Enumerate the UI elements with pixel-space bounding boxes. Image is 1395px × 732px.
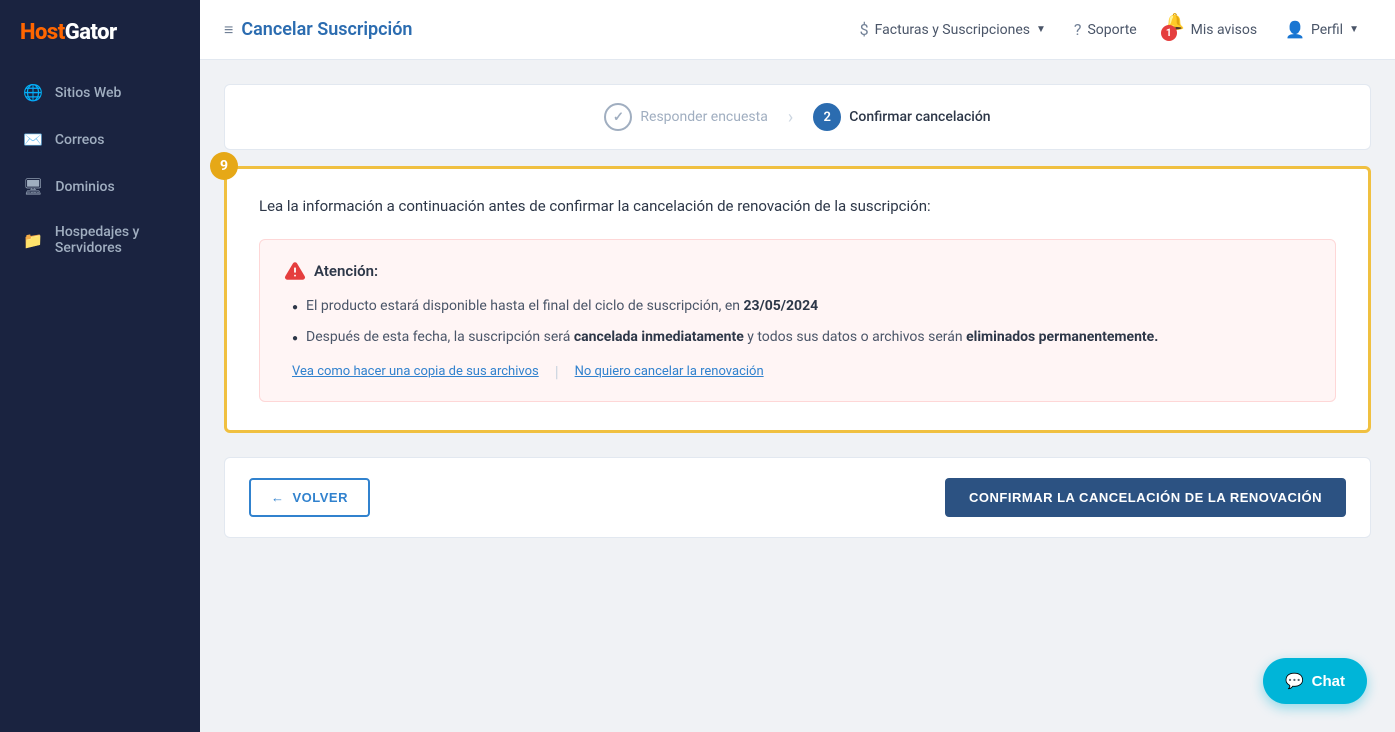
sidebar-item-sitios-web[interactable]: 🌐 Sitios Web [0, 69, 200, 116]
alert-header: Atención: [284, 260, 1311, 282]
sidebar-item-label: Dominios [55, 179, 114, 195]
step-badge: 9 [210, 152, 238, 180]
folder-icon: 📁 [23, 231, 43, 250]
alert-box: Atención: El producto estará disponible … [259, 239, 1336, 402]
panel-intro: Lea la información a continuación antes … [259, 197, 1336, 215]
sidebar-item-label: Hospedajes y Servidores [55, 224, 180, 256]
footer-actions: ← VOLVER CONFIRMAR LA CANCELACIÓN DE LA … [224, 457, 1371, 538]
step2-number: 2 [824, 110, 831, 125]
back-label: VOLVER [293, 490, 349, 505]
nav-perfil-label: Perfil [1311, 22, 1343, 38]
sidebar-item-label: Correos [55, 132, 105, 148]
step1-label: Responder encuesta [640, 109, 767, 125]
page-title-icon: ≡ [224, 20, 233, 40]
alert-bold-2: eliminados permanentemente. [966, 329, 1158, 345]
nav-perfil[interactable]: 👤 Perfil ▼ [1273, 12, 1371, 47]
copy-files-link[interactable]: Vea como hacer una copia de sus archivos [292, 364, 539, 379]
sidebar-nav: 🌐 Sitios Web ✉️ Correos 🖥 Dominios 📁 Hos… [0, 69, 200, 270]
step1-check: ✓ [613, 110, 624, 125]
header-nav: $ Facturas y Suscripciones ▼ ? Soporte 🔔… [848, 4, 1371, 55]
chat-icon: 💬 [1285, 672, 1304, 690]
sidebar-item-hospedajes[interactable]: 📁 Hospedajes y Servidores [0, 210, 200, 270]
page-title: Cancelar Suscripción [241, 19, 412, 40]
nav-avisos-label: Mis avisos [1191, 22, 1257, 38]
nav-avisos[interactable]: 🔔 1 Mis avisos [1153, 4, 1269, 55]
warning-icon [284, 260, 306, 282]
mail-icon: ✉️ [23, 130, 43, 149]
content-area: ✓ Responder encuesta › 2 Confirmar cance… [200, 60, 1395, 732]
sidebar-item-dominios[interactable]: 🖥 Dominios [0, 163, 200, 210]
alert-title: Atención: [314, 262, 378, 280]
alert-item-1-text: El producto estará disponible hasta el f… [306, 296, 818, 317]
sidebar-item-label: Sitios Web [55, 85, 121, 101]
nav-soporte-label: Soporte [1087, 22, 1136, 38]
back-arrow-icon: ← [271, 490, 285, 505]
brand-name-part2: Gator [65, 20, 117, 45]
header: ≡ Cancelar Suscripción $ Facturas y Susc… [200, 0, 1395, 60]
step-separator: › [788, 107, 793, 128]
alert-date: 23/05/2024 [743, 298, 818, 314]
help-icon: ? [1074, 20, 1082, 39]
link-separator: | [555, 362, 559, 381]
step1-circle: ✓ [604, 103, 632, 131]
step-2: 2 Confirmar cancelación [813, 103, 990, 131]
monitor-icon: 🖥 [23, 177, 43, 196]
sidebar: HostGator 🌐 Sitios Web ✉️ Correos 🖥 Domi… [0, 0, 200, 732]
chat-button[interactable]: 💬 Chat [1263, 658, 1367, 704]
step-1: ✓ Responder encuesta [604, 103, 767, 131]
steps-bar: ✓ Responder encuesta › 2 Confirmar cance… [224, 84, 1371, 150]
alert-item-1: El producto estará disponible hasta el f… [292, 296, 1311, 317]
dollar-icon: $ [860, 20, 869, 39]
main-panel: Lea la información a continuación antes … [224, 166, 1371, 433]
brand-name-part1: Host [20, 20, 65, 45]
sidebar-item-correos[interactable]: ✉️ Correos [0, 116, 200, 163]
nav-soporte[interactable]: ? Soporte [1062, 12, 1149, 47]
nav-facturas-label: Facturas y Suscripciones [875, 22, 1030, 38]
user-icon: 👤 [1285, 20, 1305, 39]
page-title-area: ≡ Cancelar Suscripción [224, 19, 412, 40]
confirm-button[interactable]: CONFIRMAR LA CANCELACIÓN DE LA RENOVACIÓ… [945, 478, 1346, 517]
back-button[interactable]: ← VOLVER [249, 478, 370, 517]
no-cancel-link[interactable]: No quiero cancelar la renovación [575, 364, 764, 379]
alert-bold-1: cancelada inmediatamente [574, 329, 744, 345]
alert-item-2-text: Después de esta fecha, la suscripción se… [306, 327, 1158, 348]
alert-item-2: Después de esta fecha, la suscripción se… [292, 327, 1311, 348]
chat-label: Chat [1312, 673, 1345, 690]
alert-list: El producto estará disponible hasta el f… [284, 296, 1311, 348]
alert-links: Vea como hacer una copia de sus archivos… [284, 362, 1311, 381]
chevron-down-icon: ▼ [1349, 24, 1359, 35]
nav-facturas[interactable]: $ Facturas y Suscripciones ▼ [848, 12, 1058, 47]
main-panel-wrapper: 9 Lea la información a continuación ante… [224, 166, 1371, 433]
chevron-down-icon: ▼ [1036, 24, 1046, 35]
globe-icon: 🌐 [23, 83, 43, 102]
step2-circle: 2 [813, 103, 841, 131]
notification-badge: 1 [1161, 25, 1177, 41]
main-area: ≡ Cancelar Suscripción $ Facturas y Susc… [200, 0, 1395, 732]
step2-label: Confirmar cancelación [849, 109, 990, 125]
brand-logo: HostGator [0, 0, 200, 69]
